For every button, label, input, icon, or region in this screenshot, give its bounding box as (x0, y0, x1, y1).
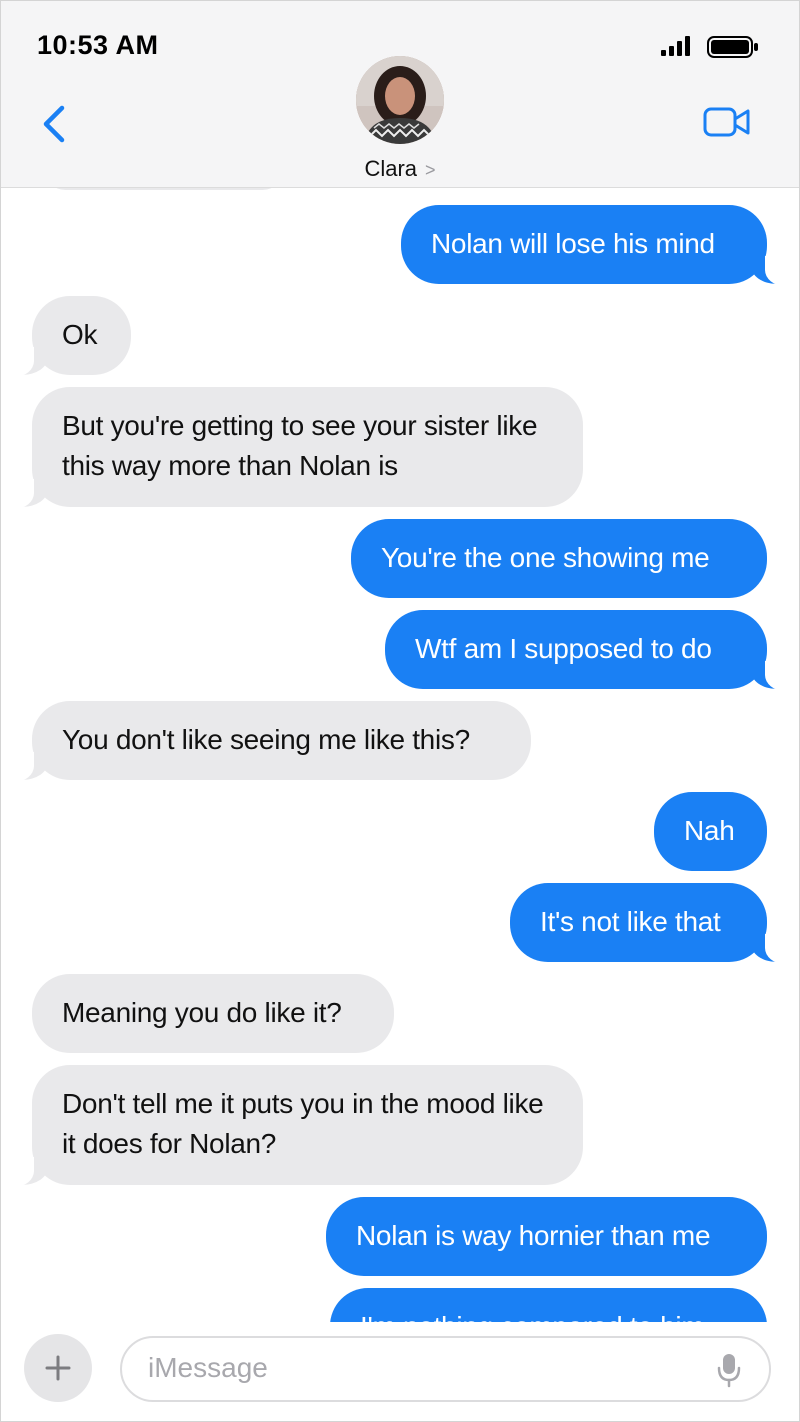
microphone-icon[interactable] (717, 1352, 741, 1388)
message-bubble-sent[interactable]: Nolan is way hornier than me (326, 1197, 767, 1276)
conversation-header: 10:53 AM Clara > (0, 0, 800, 188)
message-input-placeholder: iMessage (148, 1352, 268, 1383)
battery-icon (707, 36, 758, 58)
message-bubble-sent[interactable]: Wtf am I supposed to do (385, 610, 799, 691)
message-bubble-received[interactable]: Don't tell me it puts you in the mood li… (0, 1065, 583, 1187)
message-bubble-received[interactable]: You don't like seeing me like this? (0, 701, 531, 782)
message-bubble-sent-partial[interactable]: I'm nothing compared to him (330, 1288, 767, 1322)
message-bubble-sent[interactable]: Nah (654, 792, 767, 871)
back-chevron-icon[interactable] (40, 104, 70, 144)
video-call-icon[interactable] (703, 106, 751, 138)
apps-plus-button[interactable] (24, 1334, 92, 1402)
contact-name-label: Clara (364, 156, 418, 181)
message-input[interactable]: iMessage (120, 1336, 771, 1402)
message-thread[interactable]: Nolan will lose his mind Ok But you're g… (0, 187, 800, 1322)
message-bubble-received[interactable]: But you're getting to see your sister li… (0, 387, 583, 509)
contact-avatar[interactable] (356, 56, 444, 144)
contact-chevron: > (425, 160, 436, 180)
signal-icon (661, 36, 690, 56)
status-time: 10:53 AM (37, 30, 159, 60)
contact-name[interactable]: Clara > (0, 156, 800, 182)
message-bubble-sent[interactable]: It's not like that (510, 883, 799, 964)
message-bubble-sent[interactable]: Nolan will lose his mind (401, 205, 799, 286)
message-bubble-received[interactable]: Meaning you do like it? (32, 974, 394, 1053)
message-bubble-received[interactable]: Ok (0, 296, 131, 377)
message-bubble-sent[interactable]: You're the one showing me (351, 519, 767, 598)
plus-icon (45, 1355, 71, 1381)
